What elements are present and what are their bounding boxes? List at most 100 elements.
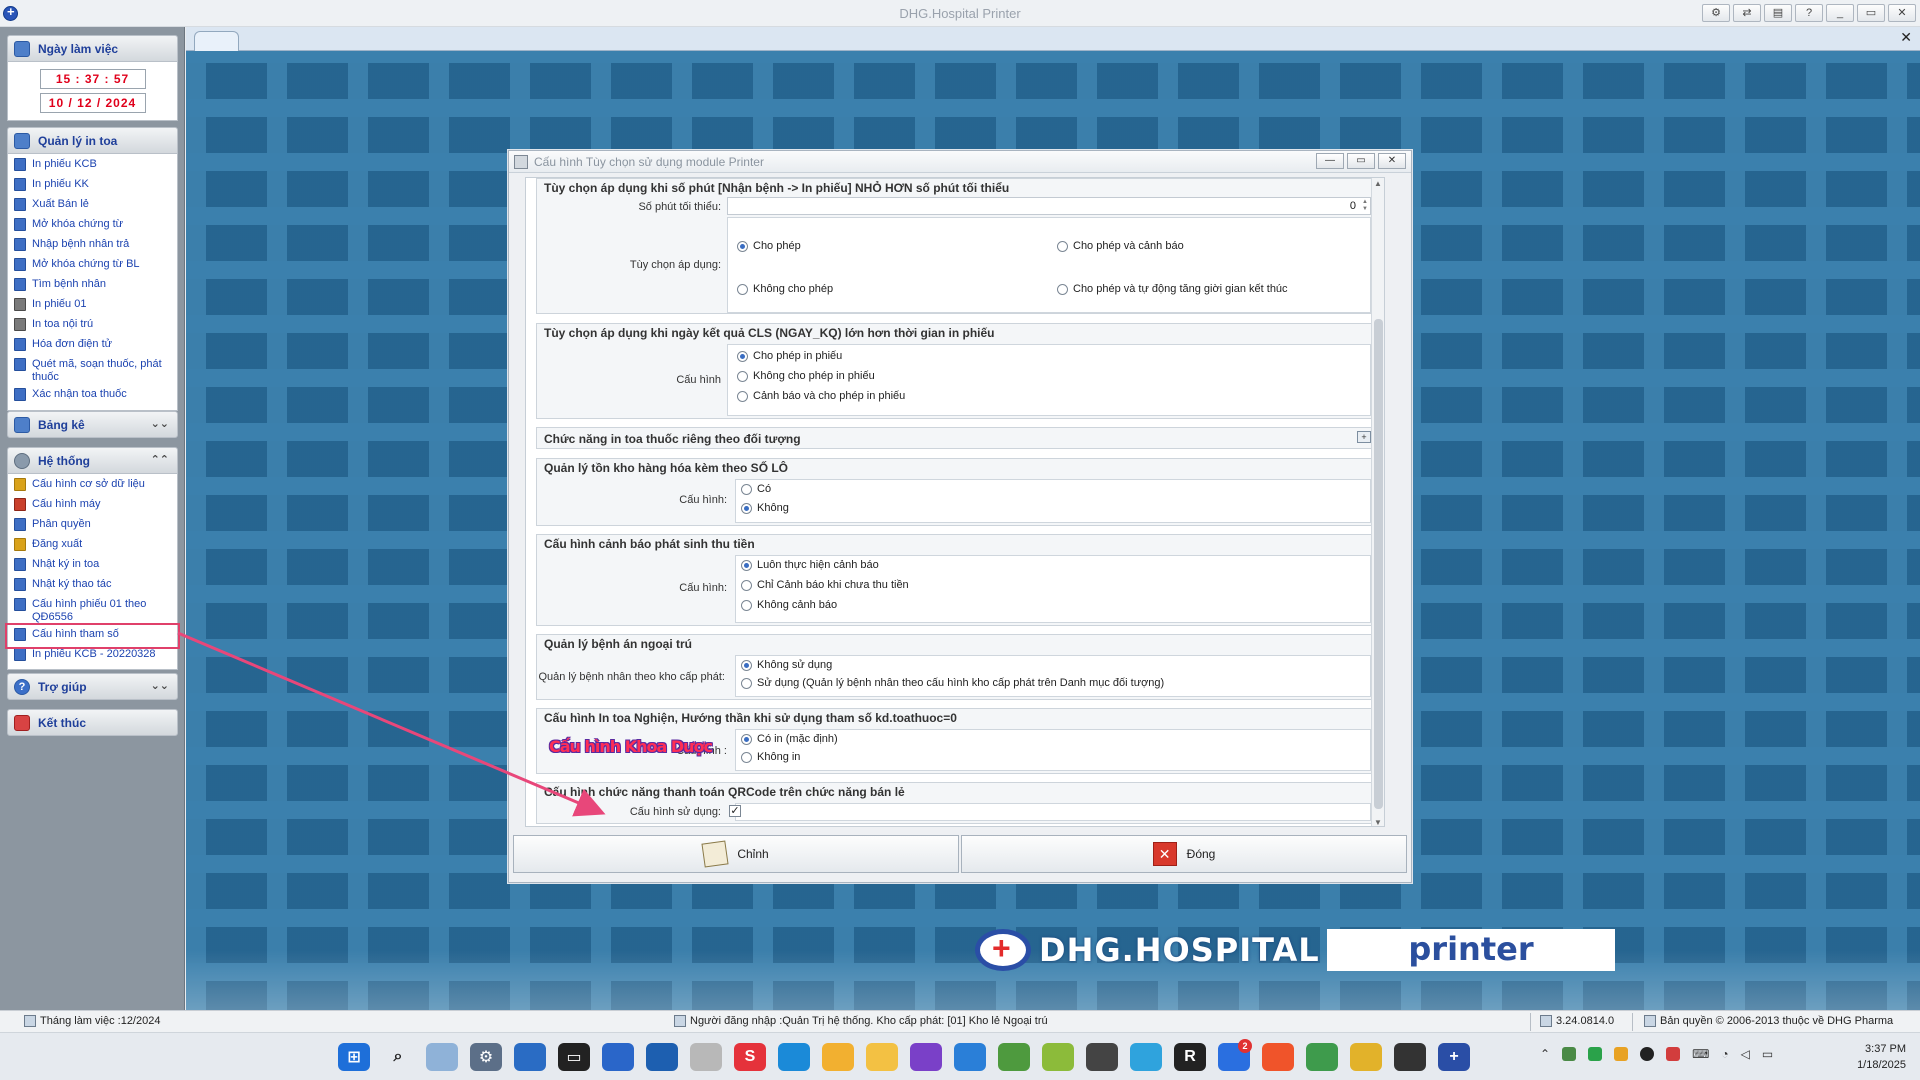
radio-khong-cho-phep-in-phieu[interactable]: Không cho phép in phiếu: [737, 370, 875, 382]
radio-chi-canh-bao[interactable]: Chỉ Cảnh báo khi chưa thu tiền: [741, 579, 909, 591]
sidebar-item-quet-ma[interactable]: Quét mã, soạn thuốc, phát thuốc: [8, 356, 177, 386]
settings-icon[interactable]: ⚙: [1702, 4, 1730, 22]
task-view-icon[interactable]: [426, 1043, 458, 1071]
remote-icon[interactable]: [602, 1043, 634, 1071]
dialog-scroll-area[interactable]: Tùy chọn áp dụng khi số phút [Nhận bệnh …: [525, 177, 1385, 827]
qrcode-checkbox[interactable]: ✓: [729, 805, 741, 817]
telegram-icon[interactable]: [1130, 1043, 1162, 1071]
chrome-icon[interactable]: [1306, 1043, 1338, 1071]
android-icon[interactable]: [1042, 1043, 1074, 1071]
tray-record-icon[interactable]: [1640, 1047, 1655, 1061]
min-minutes-input[interactable]: 0 ▲ ▼: [727, 197, 1371, 215]
radio-khong-su-dung[interactable]: Không sử dụng: [741, 659, 832, 671]
chevron-up-icon[interactable]: ⌃: [1540, 1047, 1550, 1061]
radio-khong-cho-phep[interactable]: Không cho phép: [737, 283, 833, 295]
console-icon[interactable]: [1394, 1043, 1426, 1071]
app-s-icon[interactable]: S: [734, 1043, 766, 1071]
sidebar-item-xac-nhan-toa-thuoc[interactable]: Xác nhận toa thuốc: [8, 386, 177, 406]
radio-khong-in[interactable]: Không in: [741, 751, 800, 763]
folder-icon[interactable]: [866, 1043, 898, 1071]
chatgpt-icon[interactable]: [1086, 1043, 1118, 1071]
sidebar-item-in-toa-noi-tru[interactable]: In toa nội trú: [8, 316, 177, 336]
rider-icon[interactable]: R: [1174, 1043, 1206, 1071]
vscode-icon[interactable]: [954, 1043, 986, 1071]
tray-h-icon[interactable]: [1588, 1047, 1603, 1061]
search-icon[interactable]: ⌕: [382, 1043, 414, 1071]
settings-icon[interactable]: ⚙: [470, 1043, 502, 1071]
end-header[interactable]: Kết thúc: [7, 709, 178, 736]
edit-button[interactable]: Chỉnh: [513, 835, 959, 873]
close-tab-icon[interactable]: ✕: [1900, 29, 1912, 46]
section-per-object[interactable]: Chức năng in toa thuốc riêng theo đối tư…: [536, 427, 1380, 449]
sidebar-item-cau-hinh-tham-so[interactable]: Cấu hình tham số: [5, 623, 180, 649]
edge-icon[interactable]: [778, 1043, 810, 1071]
battery-icon[interactable]: ▭: [1762, 1047, 1773, 1061]
dhg-app-icon[interactable]: +: [1438, 1043, 1470, 1071]
system-header[interactable]: Hệ thống ⌃⌃: [7, 447, 178, 474]
document-tab[interactable]: [194, 31, 239, 51]
brave-icon[interactable]: [1262, 1043, 1294, 1071]
wifi-icon[interactable]: ◔: [1721, 1047, 1728, 1061]
close-window-button[interactable]: ✕: [1888, 4, 1916, 22]
photos-icon[interactable]: [646, 1043, 678, 1071]
keyboard-icon[interactable]: ⌨: [1692, 1047, 1709, 1061]
help-button[interactable]: ?: [1795, 4, 1823, 22]
sidebar-item-mo-khoa-chung-tu[interactable]: Mở khóa chứng từ: [8, 216, 177, 236]
sidebar-item-xuat-ban-le[interactable]: Xuất Bán lẻ: [8, 196, 177, 216]
help-header[interactable]: ? Trợ giúp ⌄⌄: [7, 673, 178, 700]
sidebar-item-tim-benh-nhan[interactable]: Tìm bệnh nhân: [8, 276, 177, 296]
sidebar-item-mo-khoa-chung-tu-bl[interactable]: Mở khóa chứng từ BL: [8, 256, 177, 276]
sidebar-item-cau-hinh-csdl[interactable]: Cấu hình cơ sở dữ liệu: [8, 476, 177, 496]
sidebar-item-cau-hinh-phieu-01[interactable]: Cấu hình phiếu 01 theo QĐ6556: [8, 596, 177, 626]
radio-tu-dong-tang[interactable]: Cho phép và tự động tăng giời gian kết t…: [1057, 283, 1288, 295]
tray-v-icon[interactable]: [1666, 1047, 1681, 1061]
radio-cho-phep[interactable]: Cho phép: [737, 240, 801, 252]
sidebar-item-phan-quyen[interactable]: Phân quyền: [8, 516, 177, 536]
tray-chrome-icon[interactable]: [1614, 1047, 1629, 1061]
close-dialog-button[interactable]: ✕ Đóng: [961, 835, 1407, 873]
zalo-icon[interactable]: 2: [1218, 1039, 1252, 1071]
radio-su-dung[interactable]: Sử dụng (Quản lý bệnh nhân theo cấu hình…: [741, 677, 1164, 689]
radio-khong[interactable]: Không: [741, 502, 789, 514]
terminal-icon[interactable]: ▭: [558, 1043, 590, 1071]
sidebar-item-hoa-don-dien-tu[interactable]: Hóa đơn điện tử: [8, 336, 177, 356]
sidebar-item-in-phieu-kcb[interactable]: In phiếu KCB: [8, 156, 177, 176]
radio-khong-canh-bao[interactable]: Không cảnh báo: [741, 599, 837, 611]
radio-cho-phep-in-phieu[interactable]: Cho phép in phiếu: [737, 350, 842, 362]
sidebar-item-nhat-ky-in-toa[interactable]: Nhật ký in toa: [8, 556, 177, 576]
expand-icon[interactable]: +: [1357, 431, 1371, 443]
print-mgmt-header[interactable]: Quản lý in toa: [7, 127, 178, 154]
restore-button[interactable]: ▭: [1857, 4, 1885, 22]
visual-studio-icon[interactable]: [910, 1043, 942, 1071]
layout-icon[interactable]: ▤: [1764, 4, 1792, 22]
radio-co-in[interactable]: Có in (mặc định): [741, 733, 838, 745]
radio-co[interactable]: Có: [741, 483, 771, 495]
sidebar-item-in-phieu-kcb-20220328[interactable]: In phiếu KCB - 20220328: [8, 646, 177, 666]
dialog-minimize-button[interactable]: —: [1316, 153, 1344, 169]
vertical-scrollbar[interactable]: ▲ ▼: [1371, 178, 1384, 826]
sidebar-item-nhat-ky-thao-tac[interactable]: Nhật ký thao tác: [8, 576, 177, 596]
magnifier-icon[interactable]: [514, 1043, 546, 1071]
network-icon[interactable]: [822, 1043, 854, 1071]
chart-app-icon[interactable]: [998, 1043, 1030, 1071]
tray-app-icon[interactable]: [1562, 1047, 1577, 1061]
radio-luon-canh-bao[interactable]: Luôn thực hiện cảnh báo: [741, 559, 879, 571]
report-header[interactable]: Bảng kê ⌄⌄: [7, 411, 178, 438]
sidebar-item-nhap-benh-nhan-tra[interactable]: Nhập bệnh nhân trả: [8, 236, 177, 256]
radio-cho-phep-canh-bao[interactable]: Cho phép và cảnh báo: [1057, 240, 1184, 252]
taskbar-clock[interactable]: 3:37 PM 1/18/2025: [1857, 1041, 1906, 1073]
sidebar-item-in-phieu-01[interactable]: In phiếu 01: [8, 296, 177, 316]
chrome-alt-icon[interactable]: [1350, 1043, 1382, 1071]
scroll-down-icon[interactable]: ▼: [1374, 818, 1382, 826]
sidebar-item-cau-hinh-may[interactable]: Cấu hình máy: [8, 496, 177, 516]
dialog-close-button[interactable]: ✕: [1378, 153, 1406, 169]
dialog-title-bar[interactable]: Cấu hình Tùy chọn sử dụng module Printer…: [509, 151, 1411, 173]
volume-icon[interactable]: ◁: [1741, 1047, 1750, 1061]
disc-icon[interactable]: [690, 1043, 722, 1071]
scrollbar-thumb[interactable]: [1374, 319, 1383, 809]
scroll-up-icon[interactable]: ▲: [1374, 179, 1382, 188]
dialog-maximize-button[interactable]: ▭: [1347, 153, 1375, 169]
connect-icon[interactable]: ⇄: [1733, 4, 1761, 22]
minimize-button[interactable]: _: [1826, 4, 1854, 22]
start-icon[interactable]: ⊞: [338, 1043, 370, 1071]
